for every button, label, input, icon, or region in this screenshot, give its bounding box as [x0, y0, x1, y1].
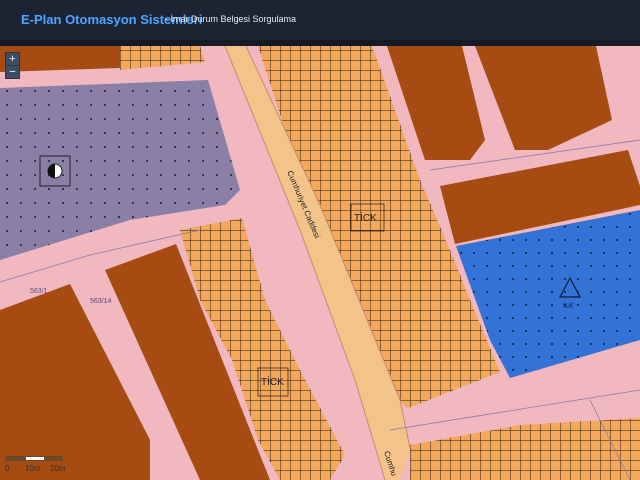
zoom-out-button[interactable]: − [5, 65, 20, 79]
scale-label-20: 20m [50, 464, 66, 473]
app-header: E-Plan Otomasyon Sistemleri - İmar Durum… [0, 0, 640, 46]
parcel-label-2: 563/14 [90, 298, 112, 305]
parcel-label-1: 563/1 [30, 288, 48, 295]
map-canvas[interactable]: Cumhuriyet Caddesi Cumhu TİCK TİCK İLK 5… [0, 46, 640, 480]
map-view[interactable]: Cumhuriyet Caddesi Cumhu TİCK TİCK İLK 5… [0, 46, 640, 480]
scale-segment [25, 456, 45, 461]
school-label: İLK [563, 301, 574, 310]
page-subtitle: - İmar Durum Belgesi Sorgulama [165, 14, 297, 24]
scale-segment [45, 456, 63, 461]
commercial-label-1: TİCK [354, 211, 377, 224]
scale-label-0: 0 [5, 464, 10, 473]
scale-segment [5, 456, 25, 461]
scale-label-10: 10m [25, 464, 41, 473]
commercial-label-2: TİCK [261, 375, 284, 388]
zoom-in-button[interactable]: + [5, 52, 20, 66]
scale-bar: 0 10m 20m [5, 456, 66, 476]
